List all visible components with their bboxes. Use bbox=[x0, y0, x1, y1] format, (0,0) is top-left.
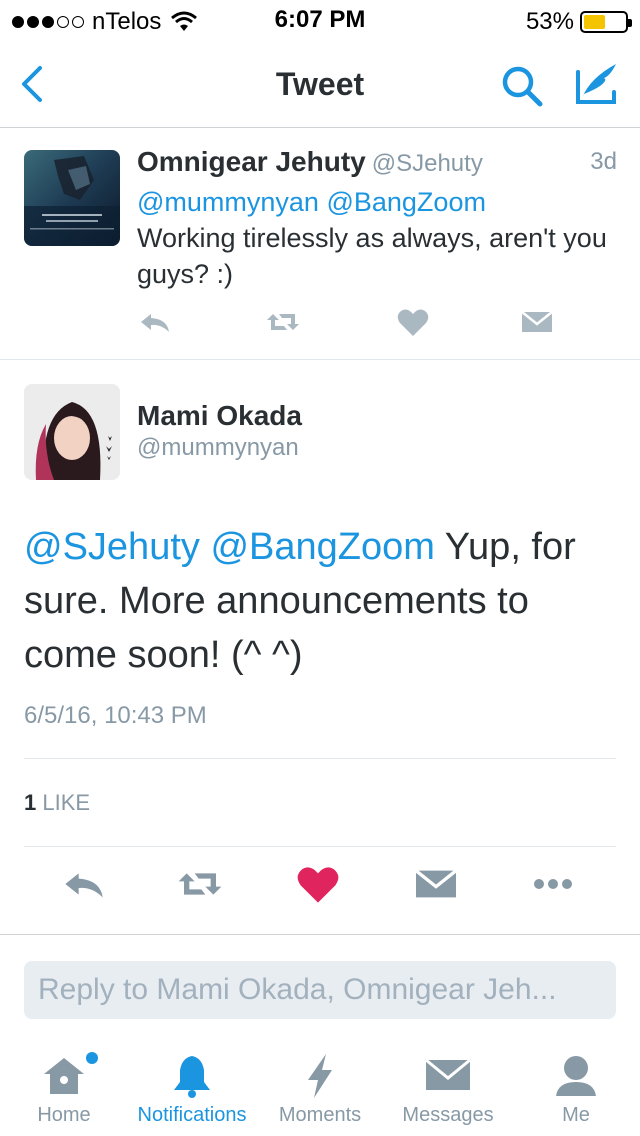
like-icon[interactable] bbox=[395, 304, 431, 340]
mention-link[interactable]: @mummynyan bbox=[137, 187, 319, 217]
like-count[interactable]: 1 LIKE bbox=[24, 790, 90, 816]
direct-message-icon[interactable] bbox=[412, 860, 460, 908]
liked-heart-icon[interactable] bbox=[294, 860, 342, 908]
status-bar: nTelos 6:07 PM 53% bbox=[0, 0, 640, 40]
divider bbox=[24, 846, 616, 847]
retweet-icon[interactable] bbox=[265, 304, 301, 340]
mention-link[interactable]: @BangZoom bbox=[326, 187, 485, 217]
author-name[interactable]: Mami Okada bbox=[137, 400, 302, 432]
direct-message-icon[interactable] bbox=[519, 304, 555, 340]
parent-tweet[interactable]: Omnigear Jehuty @SJehuty 3d @mummynyan @B… bbox=[0, 128, 640, 360]
battery-status: 53% bbox=[525, 8, 632, 36]
tweet-actions bbox=[137, 304, 587, 344]
like-count-number: 1 bbox=[24, 790, 37, 815]
search-icon[interactable] bbox=[498, 62, 546, 110]
author-handle[interactable]: @SJehuty bbox=[372, 150, 483, 177]
like-count-label: LIKE bbox=[42, 790, 91, 815]
tab-me[interactable]: Me bbox=[512, 1040, 640, 1136]
battery-percent: 53% bbox=[525, 8, 574, 35]
avatar[interactable] bbox=[24, 150, 120, 246]
tab-label: Moments bbox=[278, 1104, 362, 1126]
tab-moments[interactable]: Moments bbox=[256, 1040, 384, 1136]
tab-messages[interactable]: Messages bbox=[384, 1040, 512, 1136]
author-handle[interactable]: @mummynyan bbox=[137, 434, 299, 462]
envelope-icon bbox=[425, 1058, 471, 1090]
person-icon bbox=[556, 1056, 596, 1096]
tweet-actions bbox=[0, 860, 640, 920]
reply-icon[interactable] bbox=[137, 304, 173, 340]
battery-icon bbox=[580, 11, 632, 33]
reply-icon[interactable] bbox=[60, 860, 108, 908]
tab-bar: Home Notifications Moments Messages Me bbox=[0, 1040, 640, 1136]
tab-label: Messages bbox=[402, 1104, 494, 1126]
notification-dot bbox=[86, 1052, 98, 1064]
tab-label: Me bbox=[562, 1104, 590, 1126]
tweet-text: @SJehuty @BangZoom Yup, for sure. More a… bbox=[24, 520, 624, 682]
lightning-icon bbox=[308, 1054, 332, 1098]
tab-label: Notifications bbox=[137, 1104, 247, 1126]
tweet-text: @mummynyan @BangZoom Working tirelessly … bbox=[137, 184, 617, 292]
mention-link[interactable]: @BangZoom bbox=[210, 526, 434, 568]
compose-tweet-icon[interactable] bbox=[570, 58, 622, 108]
author-name[interactable]: Omnigear Jehuty bbox=[137, 146, 366, 177]
divider bbox=[24, 758, 616, 759]
tweet-time: 3d bbox=[590, 148, 617, 175]
tweet-timestamp: 6/5/16, 10:43 PM bbox=[24, 702, 207, 729]
reply-input[interactable] bbox=[24, 961, 616, 1019]
tab-label: Home bbox=[37, 1104, 91, 1126]
tweet-body: Working tirelessly as always, aren't you… bbox=[137, 223, 607, 289]
tab-home[interactable]: Home bbox=[0, 1040, 128, 1136]
nav-bar: Tweet bbox=[0, 40, 640, 128]
battery-fill bbox=[584, 15, 606, 29]
bell-icon bbox=[174, 1056, 210, 1098]
tweet-header: Omnigear Jehuty @SJehuty 3d bbox=[137, 146, 617, 178]
more-options-icon[interactable] bbox=[529, 860, 577, 908]
tab-notifications[interactable]: Notifications bbox=[128, 1040, 256, 1136]
mention-link[interactable]: @SJehuty bbox=[24, 526, 200, 568]
reply-bar bbox=[0, 934, 640, 1040]
avatar[interactable] bbox=[24, 384, 120, 480]
retweet-icon[interactable] bbox=[176, 860, 224, 908]
home-icon bbox=[44, 1058, 84, 1094]
